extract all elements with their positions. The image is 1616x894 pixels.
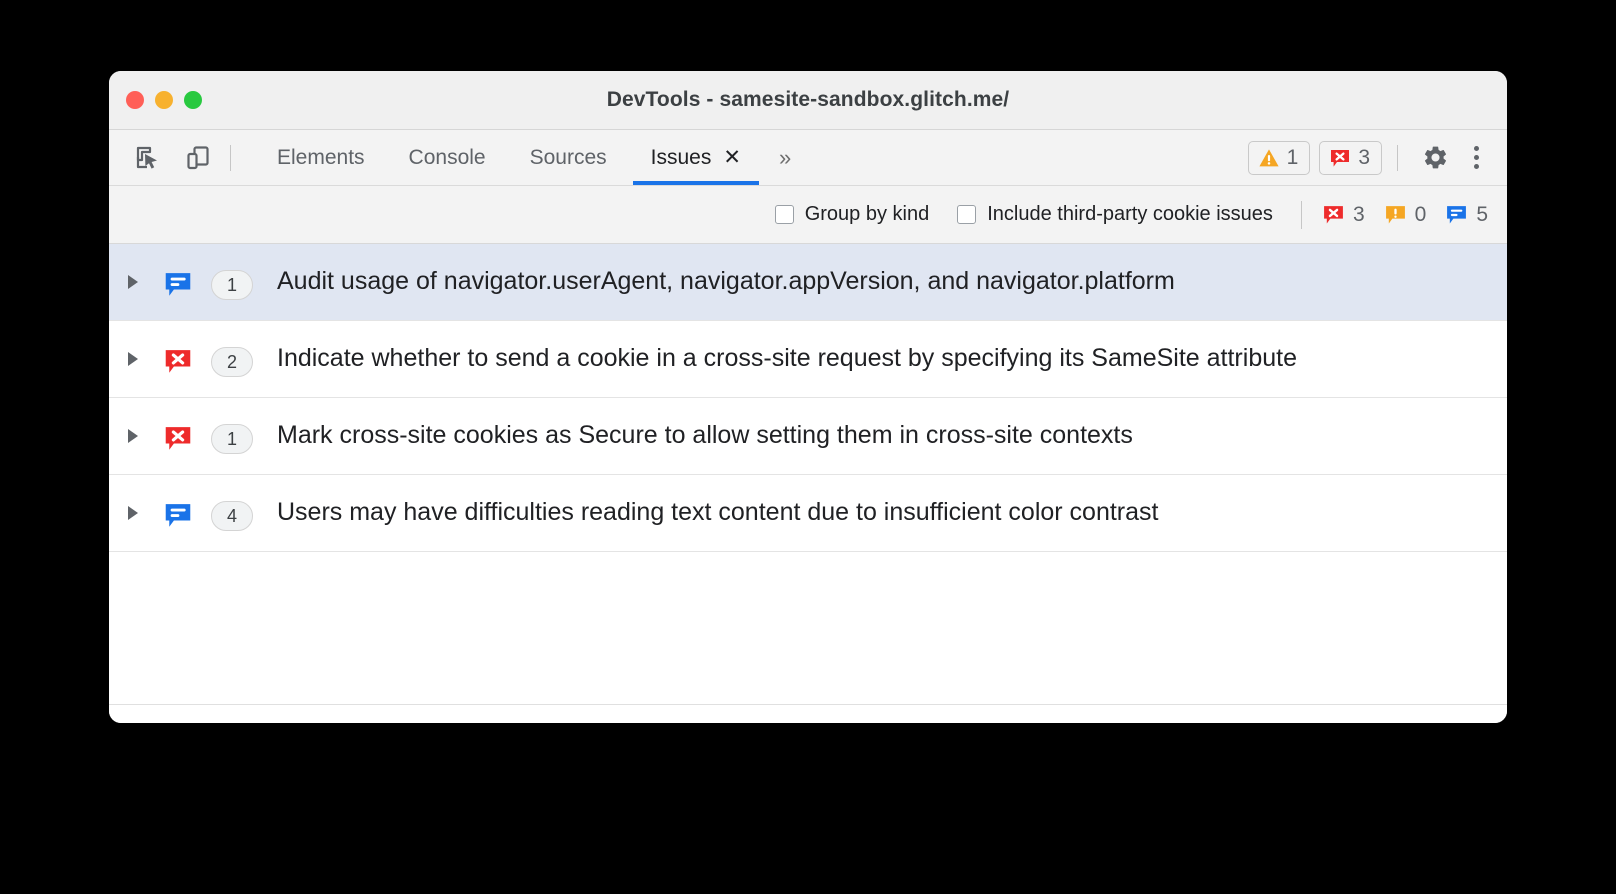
tab-elements[interactable]: Elements xyxy=(255,130,387,185)
warning-bubble-icon xyxy=(1385,206,1405,224)
kebab-dot-2 xyxy=(1473,155,1479,160)
issue-row[interactable]: 1 Audit usage of navigator.userAgent, na… xyxy=(109,244,1507,321)
error-bubble-icon xyxy=(1331,149,1350,167)
issue-count-badge: 1 xyxy=(211,270,253,300)
errors-count: 3 xyxy=(1352,202,1365,226)
error-count: 3 xyxy=(1358,145,1370,169)
tab-console[interactable]: Console xyxy=(387,130,508,185)
issue-row[interactable]: 1 Mark cross-site cookies as Secure to a… xyxy=(109,398,1507,475)
more-tabs-icon[interactable]: » xyxy=(763,130,807,185)
tab-console-label: Console xyxy=(408,145,486,169)
filter-divider xyxy=(1300,200,1302,229)
warnings-counter[interactable]: 0 xyxy=(1384,202,1427,227)
title-bar: DevTools - samesite-sandbox.glitch.me/ xyxy=(109,71,1507,130)
chevron-right-icon xyxy=(128,506,138,520)
inspect-element-icon[interactable] xyxy=(131,141,165,175)
info-bubble-icon xyxy=(1447,206,1467,224)
issue-count-badge: 4 xyxy=(211,501,253,531)
group-by-kind-label: Group by kind xyxy=(804,203,930,225)
issue-count-badge: 1 xyxy=(211,424,253,454)
toolbar-left-icons xyxy=(131,141,215,175)
error-counter-button[interactable]: 3 xyxy=(1319,140,1382,175)
error-bubble-icon xyxy=(165,350,191,373)
kebab-dot-1 xyxy=(1473,146,1479,151)
issue-title: Mark cross-site cookies as Secure to all… xyxy=(277,421,1133,449)
issue-title: Users may have difficulties reading text… xyxy=(277,498,1159,526)
chevron-right-icon xyxy=(128,429,138,443)
expand-arrow-icon[interactable] xyxy=(109,495,157,520)
devtools-tab-bar: Elements Console Sources Issues ✕ » 1 3 xyxy=(109,130,1507,186)
errors-counter[interactable]: 3 xyxy=(1322,203,1365,227)
chevron-right-icon xyxy=(128,352,138,366)
issue-row[interactable]: 4 Users may have difficulties reading te… xyxy=(109,475,1507,552)
error-bubble-icon xyxy=(165,427,191,450)
info-bubble-icon xyxy=(165,504,191,527)
issues-filter-bar: Group by kind Include third-party cookie… xyxy=(109,186,1507,244)
window-controls xyxy=(126,91,202,109)
issue-counters: 3 0 5 xyxy=(1322,203,1488,227)
window-bottom-strip xyxy=(109,704,1507,723)
issue-count-badge: 2 xyxy=(211,347,253,377)
kebab-dot-3 xyxy=(1473,164,1479,169)
issue-kind-icon xyxy=(157,341,199,376)
kebab-menu-icon[interactable] xyxy=(1461,140,1491,176)
info-counter[interactable]: 5 xyxy=(1445,203,1488,227)
include-third-party-checkbox[interactable] xyxy=(957,205,977,224)
minimize-window-button[interactable] xyxy=(155,91,173,109)
include-third-party-option[interactable]: Include third-party cookie issues xyxy=(957,203,1273,226)
expand-arrow-icon[interactable] xyxy=(109,418,157,443)
tab-sources-label: Sources xyxy=(529,145,607,169)
issue-kind-icon xyxy=(157,264,199,299)
include-third-party-label: Include third-party cookie issues xyxy=(987,203,1273,225)
toolbar-divider xyxy=(230,144,231,171)
toolbar-divider-right xyxy=(1397,144,1398,171)
tab-issues-label: Issues xyxy=(650,145,712,169)
panel-tabs: Elements Console Sources Issues ✕ » xyxy=(255,130,807,185)
warnings-count: 0 xyxy=(1414,202,1427,226)
expand-arrow-icon[interactable] xyxy=(109,341,157,366)
issue-row[interactable]: 2 Indicate whether to send a cookie in a… xyxy=(109,321,1507,398)
issue-title: Indicate whether to send a cookie in a c… xyxy=(277,344,1297,372)
device-toolbar-icon[interactable] xyxy=(181,141,215,175)
close-icon[interactable]: ✕ xyxy=(723,147,741,168)
issue-title: Audit usage of navigator.userAgent, navi… xyxy=(277,267,1175,295)
group-by-kind-option[interactable]: Group by kind xyxy=(774,203,930,226)
warning-count: 1 xyxy=(1286,145,1299,169)
info-count: 5 xyxy=(1476,202,1488,226)
error-bubble-icon xyxy=(1324,206,1343,224)
issues-list: 1 Audit usage of navigator.userAgent, na… xyxy=(109,244,1507,704)
close-window-button[interactable] xyxy=(126,91,144,109)
tab-issues[interactable]: Issues ✕ xyxy=(629,130,763,185)
maximize-window-button[interactable] xyxy=(184,91,202,109)
issue-kind-icon xyxy=(157,418,199,453)
info-bubble-icon xyxy=(165,273,191,296)
window-title: DevTools - samesite-sandbox.glitch.me/ xyxy=(606,88,1010,111)
warning-counter-button[interactable]: 1 xyxy=(1247,140,1311,175)
tab-elements-label: Elements xyxy=(277,145,365,169)
group-by-kind-checkbox[interactable] xyxy=(774,205,794,224)
devtools-window: DevTools - samesite-sandbox.glitch.me/ E… xyxy=(109,71,1507,723)
chevron-right-icon xyxy=(128,275,138,289)
expand-arrow-icon[interactable] xyxy=(109,264,157,289)
gear-icon[interactable] xyxy=(1417,140,1453,176)
tab-sources[interactable]: Sources xyxy=(508,130,629,185)
warning-triangle-icon xyxy=(1259,148,1279,166)
issue-kind-icon xyxy=(157,495,199,530)
